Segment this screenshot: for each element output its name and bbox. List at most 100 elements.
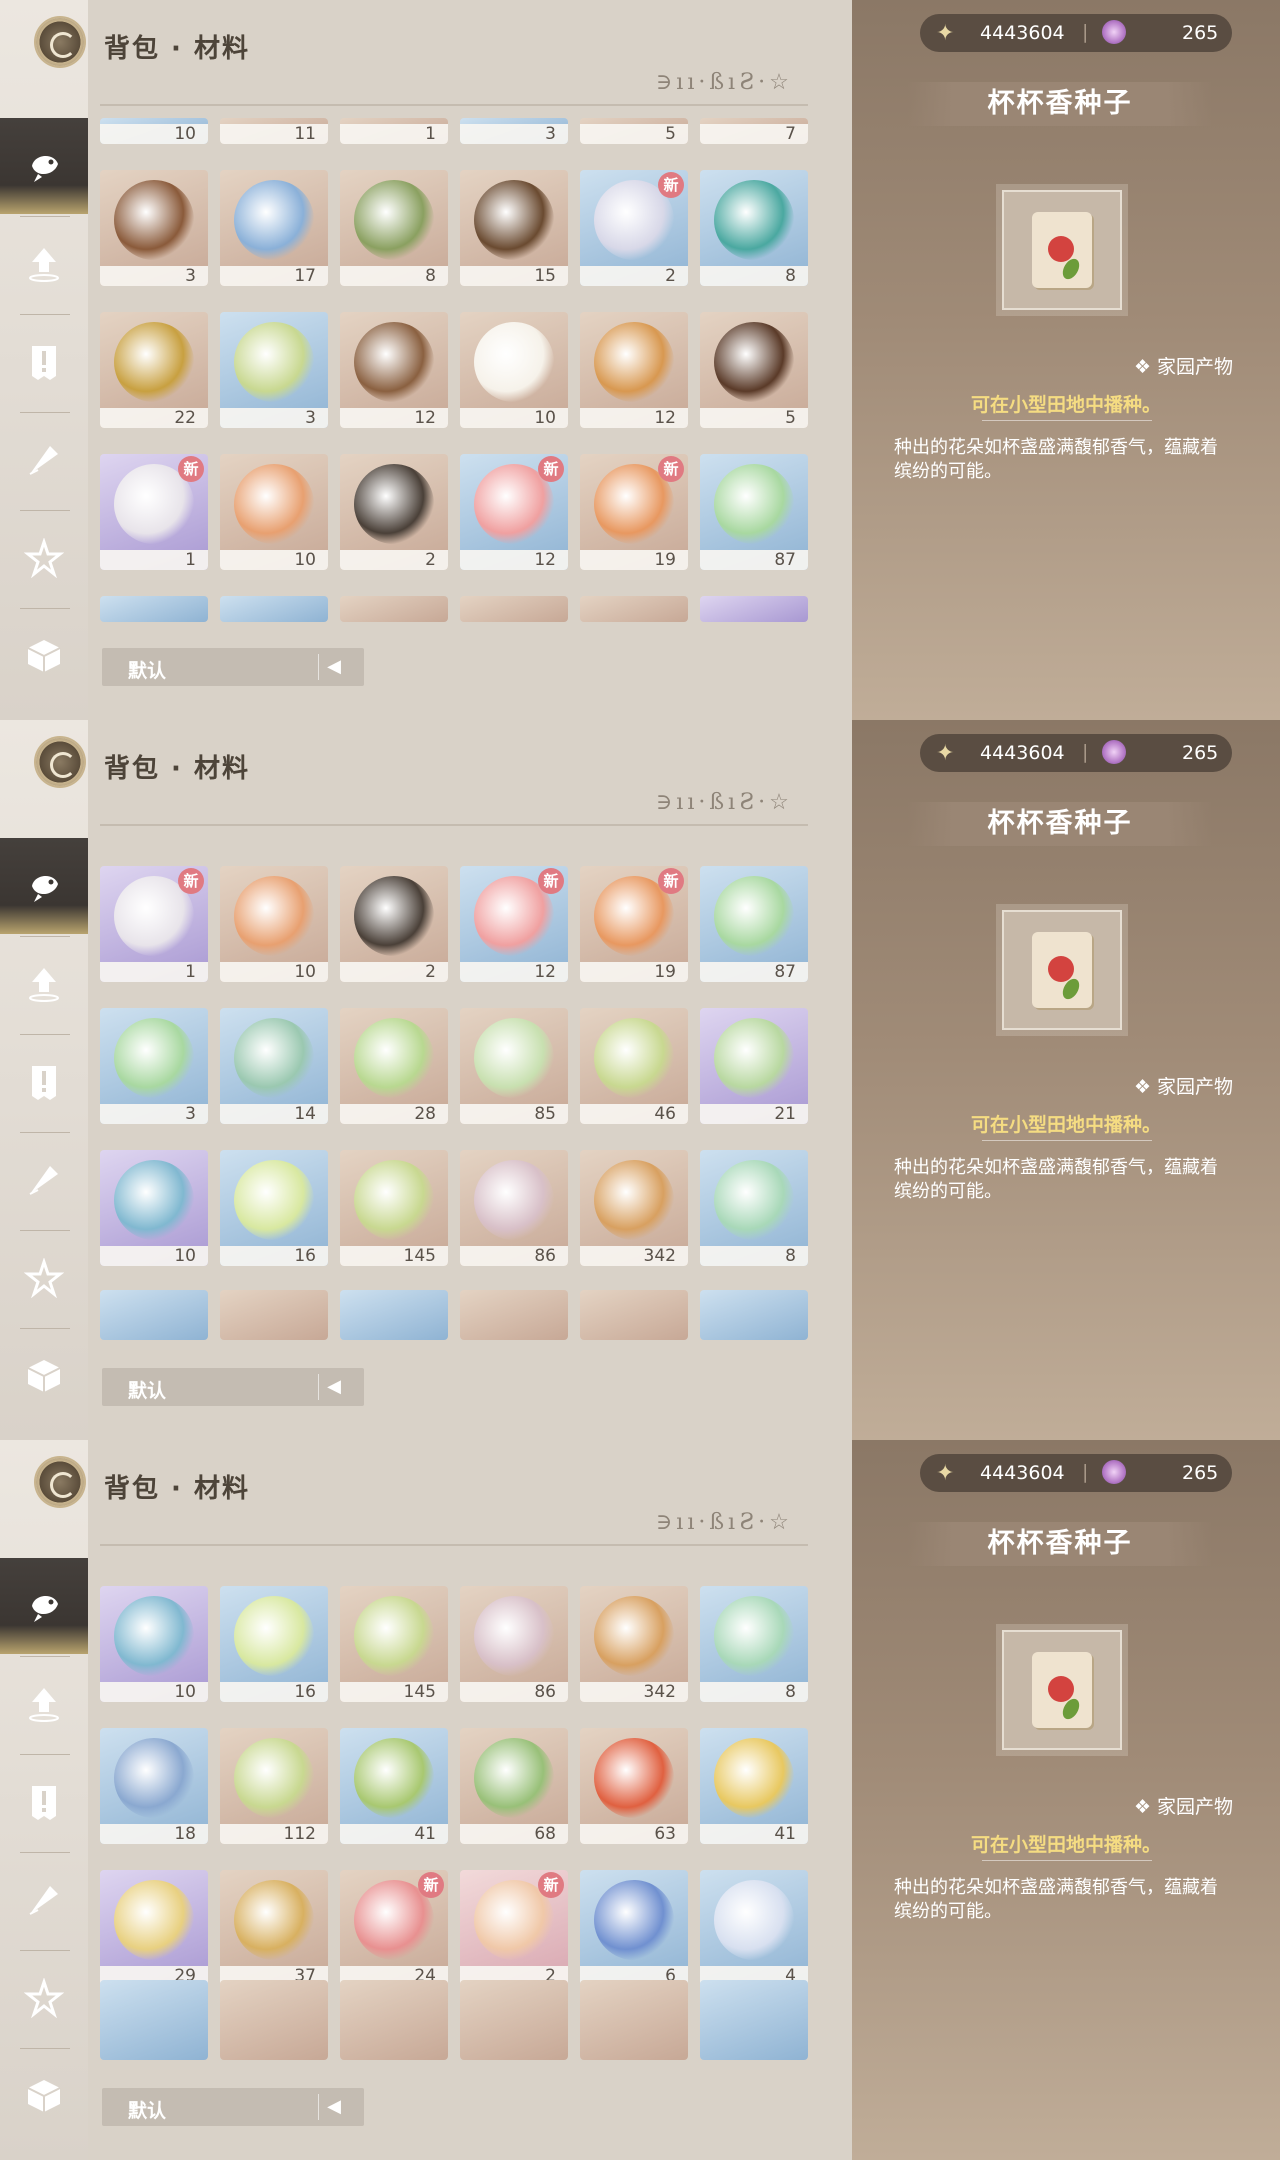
inventory-slot[interactable] <box>100 1290 208 1340</box>
inventory-slot[interactable] <box>340 1980 448 2060</box>
inventory-slot[interactable]: 7 <box>700 118 808 144</box>
inventory-slot[interactable]: 10 <box>100 1586 208 1702</box>
inventory-slot[interactable]: 18 <box>100 1728 208 1844</box>
inventory-slot[interactable] <box>580 596 688 622</box>
inventory-slot[interactable] <box>340 1290 448 1340</box>
sidebar-tab-box[interactable] <box>0 2048 88 2144</box>
inventory-slot[interactable]: 8 <box>700 1586 808 1702</box>
inventory-slot[interactable]: 16 <box>220 1150 328 1266</box>
sidebar-tab-upload[interactable] <box>0 216 88 312</box>
sidebar-tab-upload[interactable] <box>0 936 88 1032</box>
back-logo-icon[interactable] <box>36 1458 84 1506</box>
sidebar-tab-quill[interactable] <box>0 1132 88 1228</box>
inventory-slot[interactable]: 8 <box>700 1150 808 1266</box>
inventory-slot[interactable] <box>220 596 328 622</box>
inventory-slot[interactable]: 19 新 <box>580 454 688 570</box>
inventory-slot[interactable]: 68 <box>460 1728 568 1844</box>
sort-dropdown[interactable]: 默认 ◀ <box>102 2088 364 2126</box>
inventory-slot[interactable]: 1 <box>340 118 448 144</box>
gem-currency-icon[interactable] <box>1102 20 1126 44</box>
inventory-slot[interactable]: 6 <box>580 1870 688 1986</box>
inventory-slot[interactable]: 29 <box>100 1870 208 1986</box>
sidebar-tab-box[interactable] <box>0 1328 88 1424</box>
inventory-slot[interactable] <box>460 1980 568 2060</box>
sidebar-tab-star[interactable] <box>0 1230 88 1326</box>
inventory-slot[interactable] <box>700 1290 808 1340</box>
inventory-slot[interactable]: 12 <box>340 312 448 428</box>
inventory-slot[interactable] <box>580 1290 688 1340</box>
sidebar-tab-upload[interactable] <box>0 1656 88 1752</box>
back-logo-icon[interactable] <box>36 738 84 786</box>
inventory-slot[interactable]: 8 <box>340 170 448 286</box>
inventory-slot[interactable] <box>220 1290 328 1340</box>
inventory-slot[interactable]: 2新 <box>460 1870 568 1986</box>
inventory-slot[interactable]: 5 <box>700 312 808 428</box>
inventory-slot[interactable]: 112 <box>220 1728 328 1844</box>
inventory-slot[interactable]: 8 <box>700 170 808 286</box>
inventory-slot[interactable]: 41 <box>700 1728 808 1844</box>
inventory-slot[interactable]: 46 <box>580 1008 688 1124</box>
sidebar-tab-alert[interactable] <box>0 1034 88 1130</box>
inventory-slot[interactable]: 10 <box>460 312 568 428</box>
sidebar-tab-box[interactable] <box>0 608 88 704</box>
inventory-slot[interactable]: 10 <box>220 866 328 982</box>
inventory-slot[interactable]: 1新 <box>100 454 208 570</box>
inventory-slot[interactable]: 87 <box>700 454 808 570</box>
sidebar-tab-quill[interactable] <box>0 412 88 508</box>
inventory-slot[interactable]: 342 <box>580 1586 688 1702</box>
inventory-slot[interactable] <box>700 1980 808 2060</box>
inventory-slot[interactable] <box>100 1980 208 2060</box>
inventory-slot[interactable]: 1新 <box>100 866 208 982</box>
inventory-slot[interactable]: 2新 <box>580 170 688 286</box>
sidebar-tab-alert[interactable] <box>0 1754 88 1850</box>
inventory-slot[interactable]: 342 <box>580 1150 688 1266</box>
sidebar-tab-star[interactable] <box>0 510 88 606</box>
inventory-slot[interactable]: 28 <box>340 1008 448 1124</box>
inventory-slot[interactable] <box>340 596 448 622</box>
sidebar-tab-fish[interactable] <box>0 1558 88 1654</box>
inventory-slot[interactable]: 10 <box>100 1150 208 1266</box>
inventory-slot[interactable] <box>220 1980 328 2060</box>
inventory-slot[interactable]: 12 <box>580 312 688 428</box>
sort-toggle-icon[interactable]: ◀ <box>318 654 349 680</box>
inventory-slot[interactable]: 2 <box>340 454 448 570</box>
inventory-slot[interactable]: 2 <box>340 866 448 982</box>
sort-toggle-icon[interactable]: ◀ <box>318 2094 349 2120</box>
inventory-slot[interactable]: 17 <box>220 170 328 286</box>
inventory-slot[interactable]: 10 <box>220 454 328 570</box>
inventory-slot[interactable] <box>580 1980 688 2060</box>
inventory-slot[interactable]: 145 <box>340 1586 448 1702</box>
inventory-slot[interactable]: 86 <box>460 1150 568 1266</box>
inventory-slot[interactable]: 16 <box>220 1586 328 1702</box>
sort-dropdown[interactable]: 默认 ◀ <box>102 1368 364 1406</box>
inventory-slot[interactable]: 12 新 <box>460 866 568 982</box>
sort-dropdown[interactable]: 默认 ◀ <box>102 648 364 686</box>
gem-currency-icon[interactable] <box>1102 1460 1126 1484</box>
inventory-slot[interactable]: 145 <box>340 1150 448 1266</box>
inventory-slot[interactable]: 41 <box>340 1728 448 1844</box>
back-logo-icon[interactable] <box>36 18 84 66</box>
inventory-slot[interactable]: 3 <box>220 312 328 428</box>
inventory-slot[interactable]: 14 <box>220 1008 328 1124</box>
inventory-slot[interactable]: 11 <box>220 118 328 144</box>
inventory-slot[interactable]: 86 <box>460 1586 568 1702</box>
inventory-slot[interactable]: 87 <box>700 866 808 982</box>
inventory-slot[interactable]: 4 <box>700 1870 808 1986</box>
inventory-slot[interactable]: 63 <box>580 1728 688 1844</box>
sort-toggle-icon[interactable]: ◀ <box>318 1374 349 1400</box>
inventory-slot[interactable]: 5 <box>580 118 688 144</box>
inventory-slot[interactable]: 12 新 <box>460 454 568 570</box>
sidebar-tab-fish[interactable] <box>0 118 88 214</box>
inventory-slot[interactable]: 85 <box>460 1008 568 1124</box>
inventory-slot[interactable] <box>100 596 208 622</box>
sidebar-tab-star[interactable] <box>0 1950 88 2046</box>
inventory-slot[interactable]: 37 <box>220 1870 328 1986</box>
inventory-slot[interactable]: 24 新 <box>340 1870 448 1986</box>
inventory-slot[interactable]: 3 <box>100 1008 208 1124</box>
inventory-slot[interactable]: 3 <box>100 170 208 286</box>
sidebar-tab-fish[interactable] <box>0 838 88 934</box>
inventory-slot[interactable] <box>460 596 568 622</box>
inventory-slot[interactable]: 3 <box>460 118 568 144</box>
sidebar-tab-alert[interactable] <box>0 314 88 410</box>
inventory-slot[interactable]: 19 新 <box>580 866 688 982</box>
